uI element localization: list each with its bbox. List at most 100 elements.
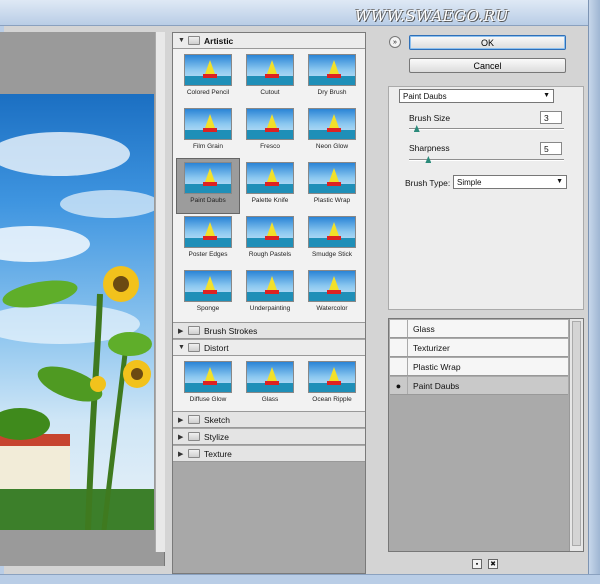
scrollbar-thumb[interactable] <box>572 321 581 546</box>
filter-preview-image <box>184 54 232 86</box>
window-frame-right <box>588 0 600 584</box>
filter-preview-image <box>308 162 356 194</box>
filter-preview-image <box>246 361 294 393</box>
brush-type-select[interactable]: Simple ▼ <box>453 175 567 189</box>
collapsed-triangle-icon: ▶ <box>178 433 184 441</box>
window-frame-bottom <box>0 574 600 584</box>
filter-thumbnail[interactable]: Diffuse Glow <box>177 358 239 412</box>
category-artistic[interactable]: ▼ Artistic <box>173 33 365 49</box>
effect-layers-panel: Glass Texturizer Plastic Wrap ● Paint Daubs <box>388 318 584 552</box>
filter-thumbnail[interactable]: Plastic Wrap <box>301 159 363 213</box>
filter-thumbnail[interactable]: Cutout <box>239 51 301 105</box>
layer-row[interactable]: Texturizer <box>390 339 568 357</box>
filter-preview-image <box>308 361 356 393</box>
layer-name: Plastic Wrap <box>413 361 461 372</box>
eye-icon[interactable] <box>390 339 408 356</box>
preview-pane[interactable] <box>0 32 165 566</box>
category-label: Brush Strokes <box>204 325 258 336</box>
layer-name: Glass <box>413 323 435 334</box>
folder-icon <box>188 36 200 45</box>
brush-size-slider[interactable] <box>409 128 564 130</box>
eye-icon[interactable]: ● <box>390 377 408 394</box>
filter-thumbnail-label: Poster Edges <box>188 251 228 258</box>
filter-select-value: Paint Daubs <box>403 91 447 101</box>
preview-photo-art <box>0 132 154 530</box>
filter-thumbnail-label: Neon Glow <box>315 143 349 150</box>
filter-thumbnail[interactable]: Underpainting <box>239 267 301 321</box>
eye-icon[interactable] <box>390 320 408 337</box>
collapse-gallery-button[interactable]: » <box>389 36 401 48</box>
filter-thumbnail[interactable]: Fresco <box>239 105 301 159</box>
brush-size-input[interactable]: 3 <box>540 111 562 124</box>
category-label: Artistic <box>204 35 234 46</box>
filter-thumbnail[interactable]: Neon Glow <box>301 105 363 159</box>
filter-thumbnail[interactable]: Palette Knife <box>239 159 301 213</box>
filter-thumbnail[interactable]: Paint Daubs <box>176 158 240 214</box>
title-bar: WWW.SWAEGO.RU <box>0 0 600 26</box>
filter-thumbnail[interactable]: Ocean Ripple <box>301 358 363 412</box>
category-sketch[interactable]: ▶ Sketch <box>173 412 365 428</box>
filter-thumbnail-label: Dry Brush <box>317 89 347 96</box>
filter-thumbnail[interactable]: Poster Edges <box>177 213 239 267</box>
filter-thumbnail-label: Colored Pencil <box>186 89 230 96</box>
filter-thumbnail[interactable]: Film Grain <box>177 105 239 159</box>
category-label: Sketch <box>204 414 230 425</box>
filter-gallery: ▼ Artistic Colored Pencil Cutout Dry Brush… <box>172 32 366 574</box>
filter-preview-image <box>246 108 294 140</box>
filter-settings-panel: Paint Daubs ▼ Brush Size 3 Sharpness 5 B… <box>388 86 584 310</box>
brush-size-label: Brush Size <box>409 113 451 123</box>
new-layer-icon[interactable]: ▪ <box>472 559 482 569</box>
filter-thumbnail[interactable]: Sponge <box>177 267 239 321</box>
filter-thumbnail[interactable]: Watercolor <box>301 267 363 321</box>
collapsed-triangle-icon: ▶ <box>178 327 184 335</box>
filter-preview-image <box>246 216 294 248</box>
filter-preview-image <box>308 216 356 248</box>
filter-preview-image <box>184 108 232 140</box>
layer-row[interactable]: ● Paint Daubs <box>390 377 568 395</box>
filter-thumbnail[interactable]: Rough Pastels <box>239 213 301 267</box>
filter-preview-image <box>308 54 356 86</box>
filter-thumbnail[interactable]: Dry Brush <box>301 51 363 105</box>
ok-button[interactable]: OK <box>409 35 566 50</box>
category-texture[interactable]: ▶ Texture <box>173 446 365 462</box>
filter-thumbnail-label: Smudge Stick <box>311 251 353 258</box>
sharpness-input[interactable]: 5 <box>540 142 562 155</box>
filter-thumbnail[interactable]: Glass <box>239 358 301 412</box>
trash-icon[interactable]: ✖ <box>488 559 498 569</box>
category-label: Stylize <box>204 431 230 442</box>
filter-preview-image <box>246 270 294 302</box>
filter-thumbnail-label: Glass <box>261 396 279 403</box>
folder-icon <box>188 449 200 458</box>
category-brush-strokes[interactable]: ▶ Brush Strokes <box>173 323 365 339</box>
filter-thumbnail-label: Ocean Ripple <box>312 396 352 403</box>
category-distort[interactable]: ▼ Distort <box>173 340 365 356</box>
layer-row[interactable]: Glass <box>390 320 568 338</box>
layer-name: Paint Daubs <box>413 380 460 391</box>
filter-select[interactable]: Paint Daubs ▼ <box>399 89 554 103</box>
filter-preview-image <box>184 270 232 302</box>
filter-preview-image <box>308 270 356 302</box>
filter-preview-image <box>246 162 294 194</box>
preview-vertical-scrollbar[interactable] <box>155 32 165 552</box>
distort-thumbnails: Diffuse Glow Glass Ocean Ripple <box>173 356 365 412</box>
filter-thumbnail-label: Sponge <box>196 305 220 312</box>
filter-preview-image <box>308 108 356 140</box>
cancel-button[interactable]: Cancel <box>409 58 566 73</box>
filter-preview-image <box>184 216 232 248</box>
filter-thumbnail[interactable]: Smudge Stick <box>301 213 363 267</box>
collapsed-triangle-icon: ▶ <box>178 416 184 424</box>
artistic-thumbnails: Colored Pencil Cutout Dry Brush Film Grain F… <box>173 49 365 323</box>
filter-thumbnail-label: Watercolor <box>316 305 348 312</box>
layer-row[interactable]: Plastic Wrap <box>390 358 568 376</box>
filter-preview-image <box>184 162 232 194</box>
category-stylize[interactable]: ▶ Stylize <box>173 429 365 445</box>
filter-thumbnail-label: Paint Daubs <box>190 197 226 204</box>
sharpness-slider[interactable] <box>409 159 564 161</box>
category-label: Texture <box>204 448 232 459</box>
eye-icon[interactable] <box>390 358 408 375</box>
filter-thumbnail-label: Plastic Wrap <box>313 197 351 204</box>
filter-thumbnail[interactable]: Colored Pencil <box>177 51 239 105</box>
filter-thumbnail-label: Film Grain <box>193 143 223 150</box>
filter-thumbnail-label: Cutout <box>260 89 280 96</box>
layers-scrollbar[interactable] <box>569 319 583 551</box>
